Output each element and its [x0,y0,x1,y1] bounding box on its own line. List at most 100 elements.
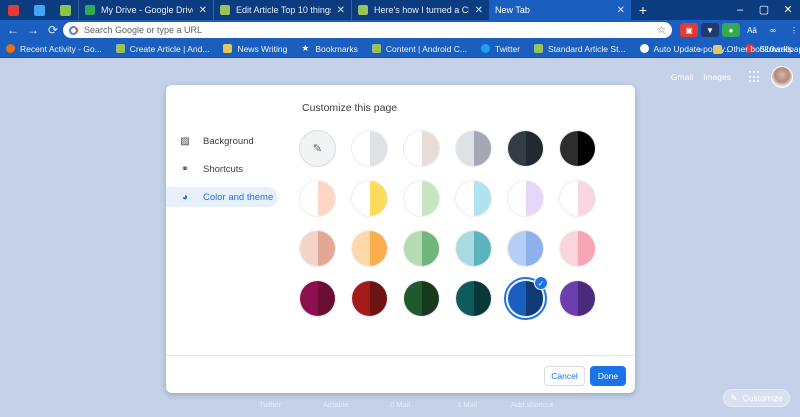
pinned-tab-1[interactable] [0,0,26,20]
close-tab-icon[interactable]: ✕ [337,5,345,16]
bookmark-item[interactable]: ★ Bookmarks [301,44,358,54]
android-icon [220,5,230,15]
swatch-left-half [508,281,526,316]
forward-button[interactable]: → [23,20,43,40]
swatch-left-half [300,281,318,316]
color-swatch[interactable] [507,130,544,167]
customize-button[interactable]: ✎ Customize [723,389,790,407]
pinned-tab-2[interactable] [26,0,52,20]
extension-icon[interactable]: ∞ [764,23,782,37]
extension-icon[interactable]: ● [722,23,740,37]
menu-item-label: Background [203,135,254,147]
android-icon [371,44,381,53]
close-tab-icon[interactable]: ✕ [475,5,483,16]
close-window-icon[interactable]: ✕ [776,0,800,20]
tab-title: My Drive - Google Drive [101,5,193,15]
color-swatch[interactable] [559,280,596,317]
cancel-button[interactable]: Cancel [544,366,585,386]
bookmark-item[interactable]: News Writing [223,44,287,54]
menu-item-color-and-theme[interactable]: ◕ Color and theme [166,187,278,207]
bookmark-label: Twitter [495,43,521,54]
color-swatch[interactable] [299,280,336,317]
color-swatch[interactable] [351,280,388,317]
shortcut-label[interactable]: Add shortcut [511,400,553,409]
color-swatch[interactable] [351,130,388,167]
bookmark-item[interactable]: Twitter [481,44,520,54]
dialog-title: Customize this page [302,102,398,114]
menu-item-background[interactable]: ▨ Background [166,131,278,151]
minimize-icon[interactable]: – [728,0,752,20]
bookmark-item[interactable]: Recent Activity - Go... [6,44,102,54]
swatch-right-half [369,281,387,316]
done-button[interactable]: Done [590,366,626,386]
customize-label: Customize [742,393,783,403]
color-swatch[interactable] [559,130,596,167]
bookmark-item[interactable]: Create Article | And... [115,44,209,54]
tab-title: Here's how I turned a Chromebo [374,5,469,15]
folder-icon [223,44,233,53]
folder-icon [712,44,722,54]
color-swatch[interactable] [351,230,388,267]
swatch-right-half [421,131,439,166]
app-icon [7,4,19,16]
shortcut-label[interactable]: Twitter [259,400,281,409]
maximize-icon[interactable]: ▢ [752,0,776,20]
other-bookmarks[interactable]: » Other bookmarks [698,40,792,58]
color-swatch[interactable] [455,230,492,267]
swatch-right-half [525,231,543,266]
gmail-link[interactable]: Gmail [671,72,693,82]
extension-icon[interactable]: ▣ [680,23,698,37]
menu-icon[interactable]: ⋮ [785,23,800,37]
shortcut-label[interactable]: Airtable [323,400,348,409]
swatch-left-half [560,181,578,216]
back-button[interactable]: ← [3,20,23,40]
color-swatch[interactable] [403,180,440,217]
extension-icon[interactable]: Aā [743,23,761,37]
images-link[interactable]: Images [703,72,731,82]
tab-drive[interactable]: My Drive - Google Drive ✕ [78,0,213,20]
ntp-header: Gmail Images [671,66,800,88]
dialog-divider [166,355,635,356]
swatch-left-half [300,231,318,266]
swatch-right-half [525,131,543,166]
menu-item-shortcuts[interactable]: ⚭ Shortcuts [166,159,278,179]
color-swatch[interactable] [403,130,440,167]
color-swatch[interactable] [507,230,544,267]
shortcut-label[interactable]: 0 Mail [390,400,410,409]
color-swatch[interactable] [299,230,336,267]
shortcut-label[interactable]: 1 Mail [457,400,477,409]
tab-edit-article[interactable]: Edit Article Top 10 things to do w ✕ [213,0,351,20]
color-swatch[interactable] [559,230,596,267]
android-icon [534,44,544,53]
extension-icon[interactable]: ▼ [701,23,719,37]
close-tab-icon[interactable]: ✕ [617,5,625,16]
reload-button[interactable]: ⟳ [43,20,63,40]
avatar[interactable] [771,66,793,88]
chevron-right-icon[interactable]: » [698,44,703,54]
color-swatch[interactable] [507,180,544,217]
color-swatch[interactable] [403,230,440,267]
twitter-icon [481,44,490,53]
close-tab-icon[interactable]: ✕ [199,5,207,16]
custom-color-picker[interactable]: ✎ [299,130,336,167]
tab-chromebook[interactable]: Here's how I turned a Chromebo ✕ [351,0,489,20]
color-swatch[interactable] [559,180,596,217]
pinned-tab-3[interactable] [52,0,78,20]
swatch-left-half [352,181,370,216]
image-icon: ▨ [180,135,190,147]
bookmark-item[interactable]: Content | Android C... [371,44,467,54]
new-tab-button[interactable]: + [631,0,655,20]
color-swatch[interactable] [403,280,440,317]
color-swatch[interactable] [455,130,492,167]
apps-grid-icon[interactable] [749,71,761,83]
color-swatch[interactable] [455,180,492,217]
menu-item-label: Color and theme [203,191,274,203]
color-swatch[interactable] [299,180,336,217]
color-swatch[interactable] [351,180,388,217]
omnibox[interactable]: Search Google or type a URL ☆ [63,22,672,38]
bookmark-star-icon[interactable]: ☆ [657,25,666,36]
tab-new-tab[interactable]: New Tab ✕ [489,0,631,20]
color-swatch[interactable]: ✓ [504,276,548,320]
color-swatch[interactable] [455,280,492,317]
bookmark-item[interactable]: Standard Article St... [534,44,626,54]
